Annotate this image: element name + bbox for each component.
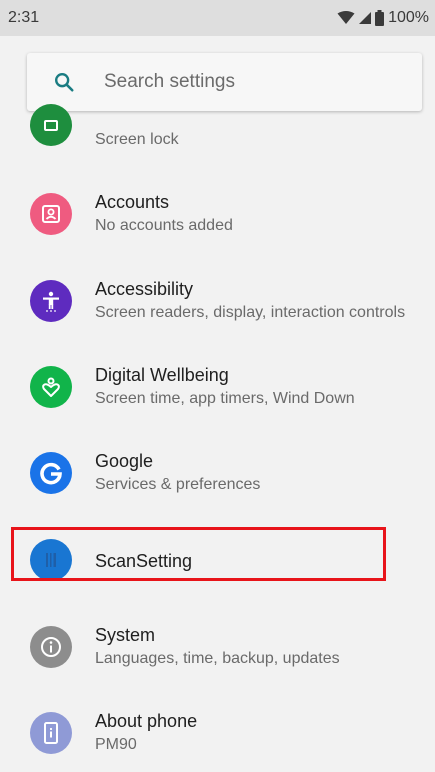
settings-item-accounts[interactable]: Accounts No accounts added (0, 173, 435, 253)
settings-item-subtitle: Screen lock (95, 131, 179, 148)
battery-percent: 100% (388, 9, 429, 26)
battery-icon (375, 10, 385, 26)
highlight-box (11, 527, 386, 581)
settings-item-title: Accounts (95, 192, 170, 212)
settings-item-title: Digital Wellbeing (95, 365, 229, 385)
account-box-icon (30, 193, 72, 235)
heart-person-icon (30, 366, 72, 408)
settings-item-subtitle: PM90 (95, 736, 137, 753)
accessibility-icon (30, 280, 72, 322)
settings-item-title: Google (95, 451, 154, 471)
settings-item-subtitle: Languages, time, backup, updates (95, 650, 340, 667)
search-bar[interactable]: Search settings (27, 53, 422, 111)
settings-item-title: About phone (95, 711, 198, 731)
settings-item-title: Accessibility (95, 279, 194, 299)
settings-item-accessibility[interactable]: Accessibility Screen readers, display, i… (0, 260, 435, 340)
settings-item-google[interactable]: Google Services & preferences (0, 432, 435, 512)
settings-item-about-phone[interactable]: About phone PM90 (0, 692, 435, 772)
status-icons (337, 10, 385, 26)
google-g-icon (30, 452, 72, 494)
info-icon (30, 626, 72, 668)
settings-item-digital-wellbeing[interactable]: Digital Wellbeing Screen time, app timer… (0, 346, 435, 426)
wifi-icon (337, 11, 355, 24)
settings-item-subtitle: No accounts added (95, 217, 233, 234)
status-right: 100% (337, 9, 429, 27)
search-icon[interactable] (53, 71, 75, 93)
phone-info-icon (30, 712, 72, 754)
settings-item-subtitle: Services & preferences (95, 476, 261, 493)
settings-item-screen-lock[interactable]: Screen lock (0, 104, 435, 163)
cellular-signal-icon (359, 12, 372, 24)
status-time: 2:31 (8, 9, 40, 26)
settings-item-subtitle: Screen readers, display, interaction con… (95, 304, 406, 321)
status-bar: 2:31 100% (0, 0, 435, 36)
lock-icon (30, 104, 72, 146)
settings-item-title: System (95, 625, 156, 645)
search-placeholder[interactable]: Search settings (104, 71, 235, 93)
settings-item-system[interactable]: System Languages, time, backup, updates (0, 606, 435, 686)
settings-item-subtitle: Screen time, app timers, Wind Down (95, 390, 355, 407)
